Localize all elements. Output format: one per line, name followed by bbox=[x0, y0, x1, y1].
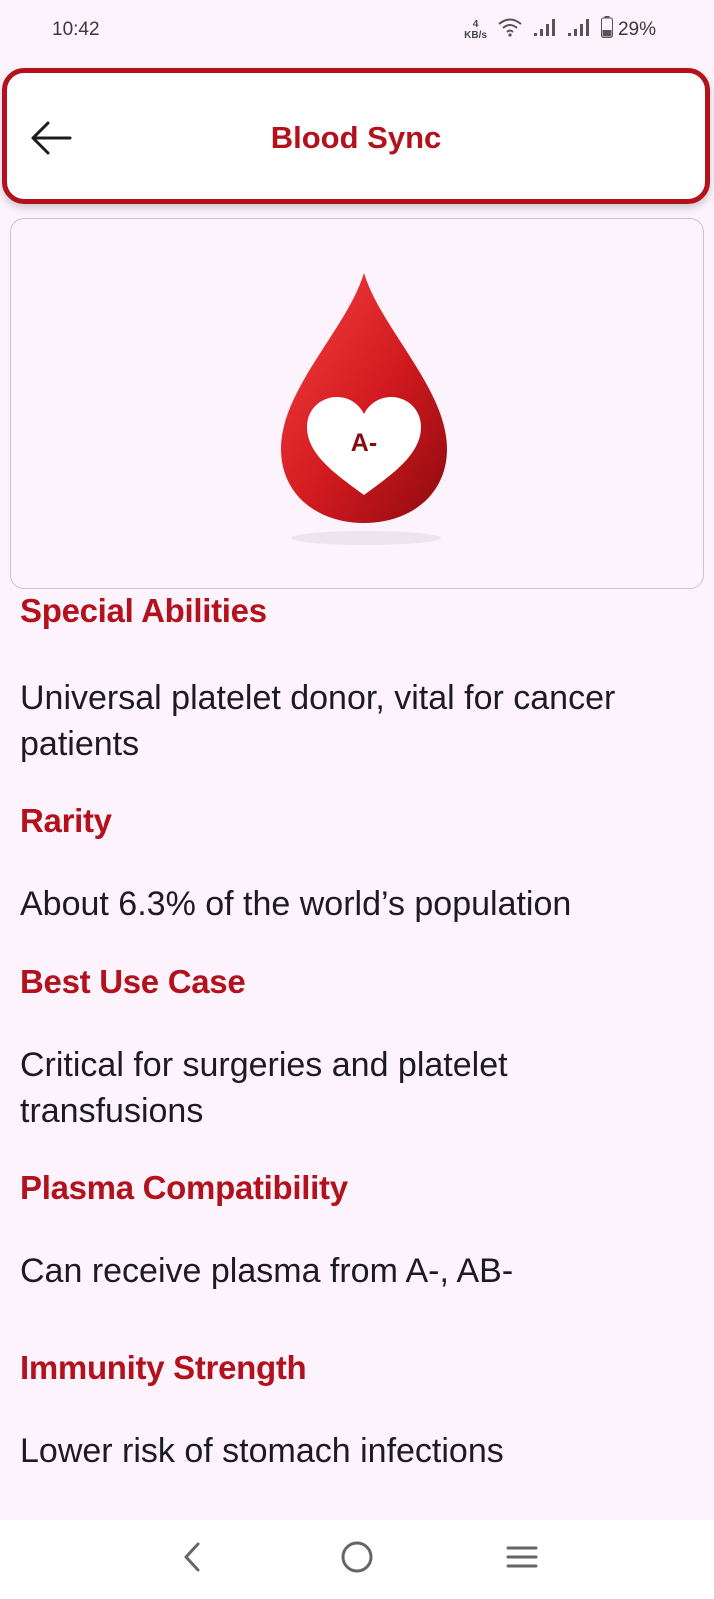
net-speed-unit: KB/s bbox=[464, 30, 487, 41]
status-icons: 4 KB/s 29% bbox=[464, 16, 656, 44]
blood-type-card: A- bbox=[10, 218, 704, 589]
nav-back-button[interactable] bbox=[167, 1535, 217, 1585]
plasma-compatibility-heading: Plasma Compatibility bbox=[20, 1169, 348, 1206]
nav-home-button[interactable] bbox=[332, 1535, 382, 1585]
blood-type-label: A- bbox=[350, 429, 378, 457]
rarity-text: About 6.3% of the world’s population bbox=[20, 885, 572, 923]
system-nav-bar bbox=[0, 1520, 714, 1599]
status-bar: 10:42 4 KB/s 29% bbox=[0, 0, 714, 60]
immunity-strength-heading: Immunity Strength bbox=[20, 1349, 307, 1386]
special-abilities-heading: Special Abilities bbox=[20, 592, 267, 629]
plasma-compatibility-text: Can receive plasma from A-, AB- bbox=[20, 1252, 514, 1290]
rarity-heading: Rarity bbox=[20, 802, 112, 839]
chevron-left-icon bbox=[181, 1541, 203, 1578]
special-abilities-text: Universal platelet donor, vital for canc… bbox=[20, 679, 616, 763]
network-speed: 4 KB/s bbox=[464, 19, 487, 41]
best-use-case-text: Critical for surgeries and platelet tran… bbox=[20, 1046, 508, 1130]
app-bar: Blood Sync bbox=[2, 68, 710, 204]
battery-status: 29% bbox=[600, 16, 656, 44]
menu-lines-icon bbox=[505, 1543, 539, 1576]
net-speed-value: 4 bbox=[472, 19, 479, 30]
blood-drop-heart-icon: A- bbox=[277, 269, 451, 565]
battery-percent: 29% bbox=[617, 19, 656, 40]
best-use-case-heading: Best Use Case bbox=[20, 963, 246, 1000]
status-time: 10:42 bbox=[52, 19, 100, 40]
immunity-strength-text: Lower risk of stomach infections bbox=[20, 1432, 504, 1470]
wifi-icon bbox=[497, 17, 523, 43]
nav-menu-button[interactable] bbox=[497, 1535, 547, 1585]
battery-icon bbox=[600, 16, 613, 44]
page-title: Blood Sync bbox=[270, 120, 442, 155]
circle-home-icon bbox=[340, 1540, 374, 1579]
signal-icon-2 bbox=[567, 17, 591, 43]
signal-icon-1 bbox=[533, 17, 557, 43]
drop-shadow bbox=[291, 531, 441, 545]
